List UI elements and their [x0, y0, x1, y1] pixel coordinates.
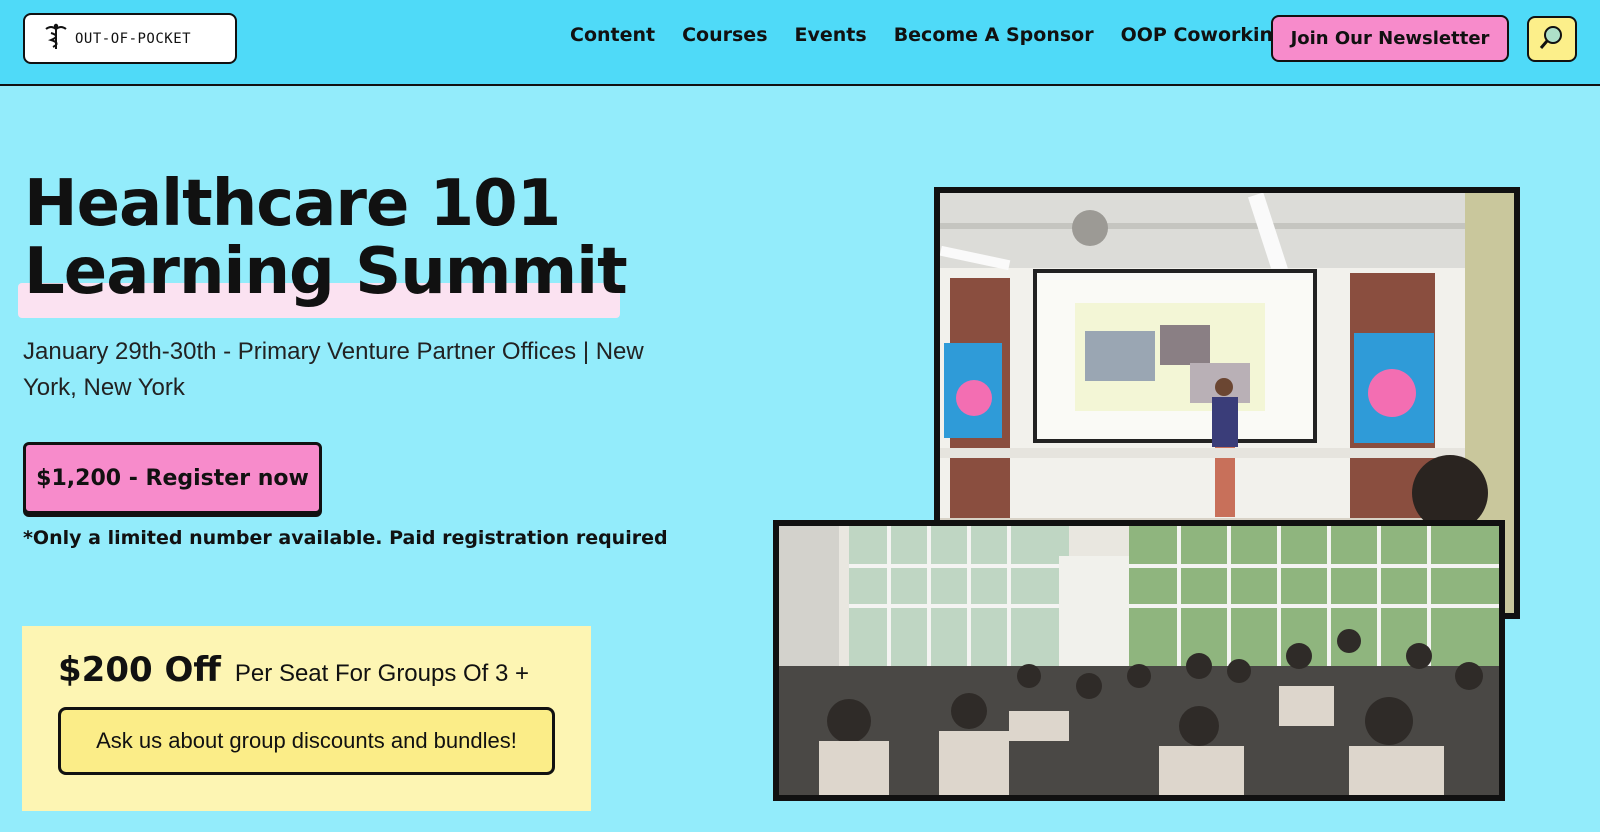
- caduceus-icon: [43, 23, 69, 55]
- discount-headline: $200 Off Per Seat For Groups Of 3 +: [58, 650, 529, 690]
- event-photo-audience: [773, 520, 1505, 801]
- nav-content[interactable]: Content: [570, 24, 655, 46]
- nav-become-a-sponsor[interactable]: Become A Sponsor: [894, 24, 1094, 46]
- search-button[interactable]: [1527, 16, 1577, 62]
- group-discount-button[interactable]: Ask us about group discounts and bundles…: [58, 707, 555, 775]
- join-newsletter-button[interactable]: Join Our Newsletter: [1271, 15, 1509, 62]
- nav-oop-coworking[interactable]: OOP Coworking: [1121, 24, 1287, 46]
- nav-courses[interactable]: Courses: [682, 24, 767, 46]
- search-icon: [1539, 24, 1565, 54]
- registration-note: *Only a limited number available. Paid r…: [23, 527, 668, 549]
- event-details: January 29th-30th - Primary Venture Part…: [23, 338, 644, 401]
- discount-description: Per Seat For Groups Of 3 +: [234, 660, 530, 687]
- site-logo[interactable]: OUT-OF-POCKET: [23, 13, 237, 64]
- logo-text: OUT-OF-POCKET: [75, 30, 192, 47]
- discount-amount: $200 Off: [58, 650, 221, 690]
- page-title: Healthcare 101 Learning Summit: [24, 167, 628, 309]
- title-line-1: Healthcare 101: [24, 167, 561, 241]
- site-header: OUT-OF-POCKET Content Courses Events Bec…: [0, 0, 1600, 86]
- group-discount-card: $200 Off Per Seat For Groups Of 3 + Ask …: [22, 626, 591, 811]
- main-nav: Content Courses Events Become A Sponsor …: [570, 24, 1287, 46]
- nav-events[interactable]: Events: [795, 24, 867, 46]
- register-button[interactable]: $1,200 - Register now: [23, 442, 322, 514]
- title-line-2: Learning Summit: [24, 235, 628, 309]
